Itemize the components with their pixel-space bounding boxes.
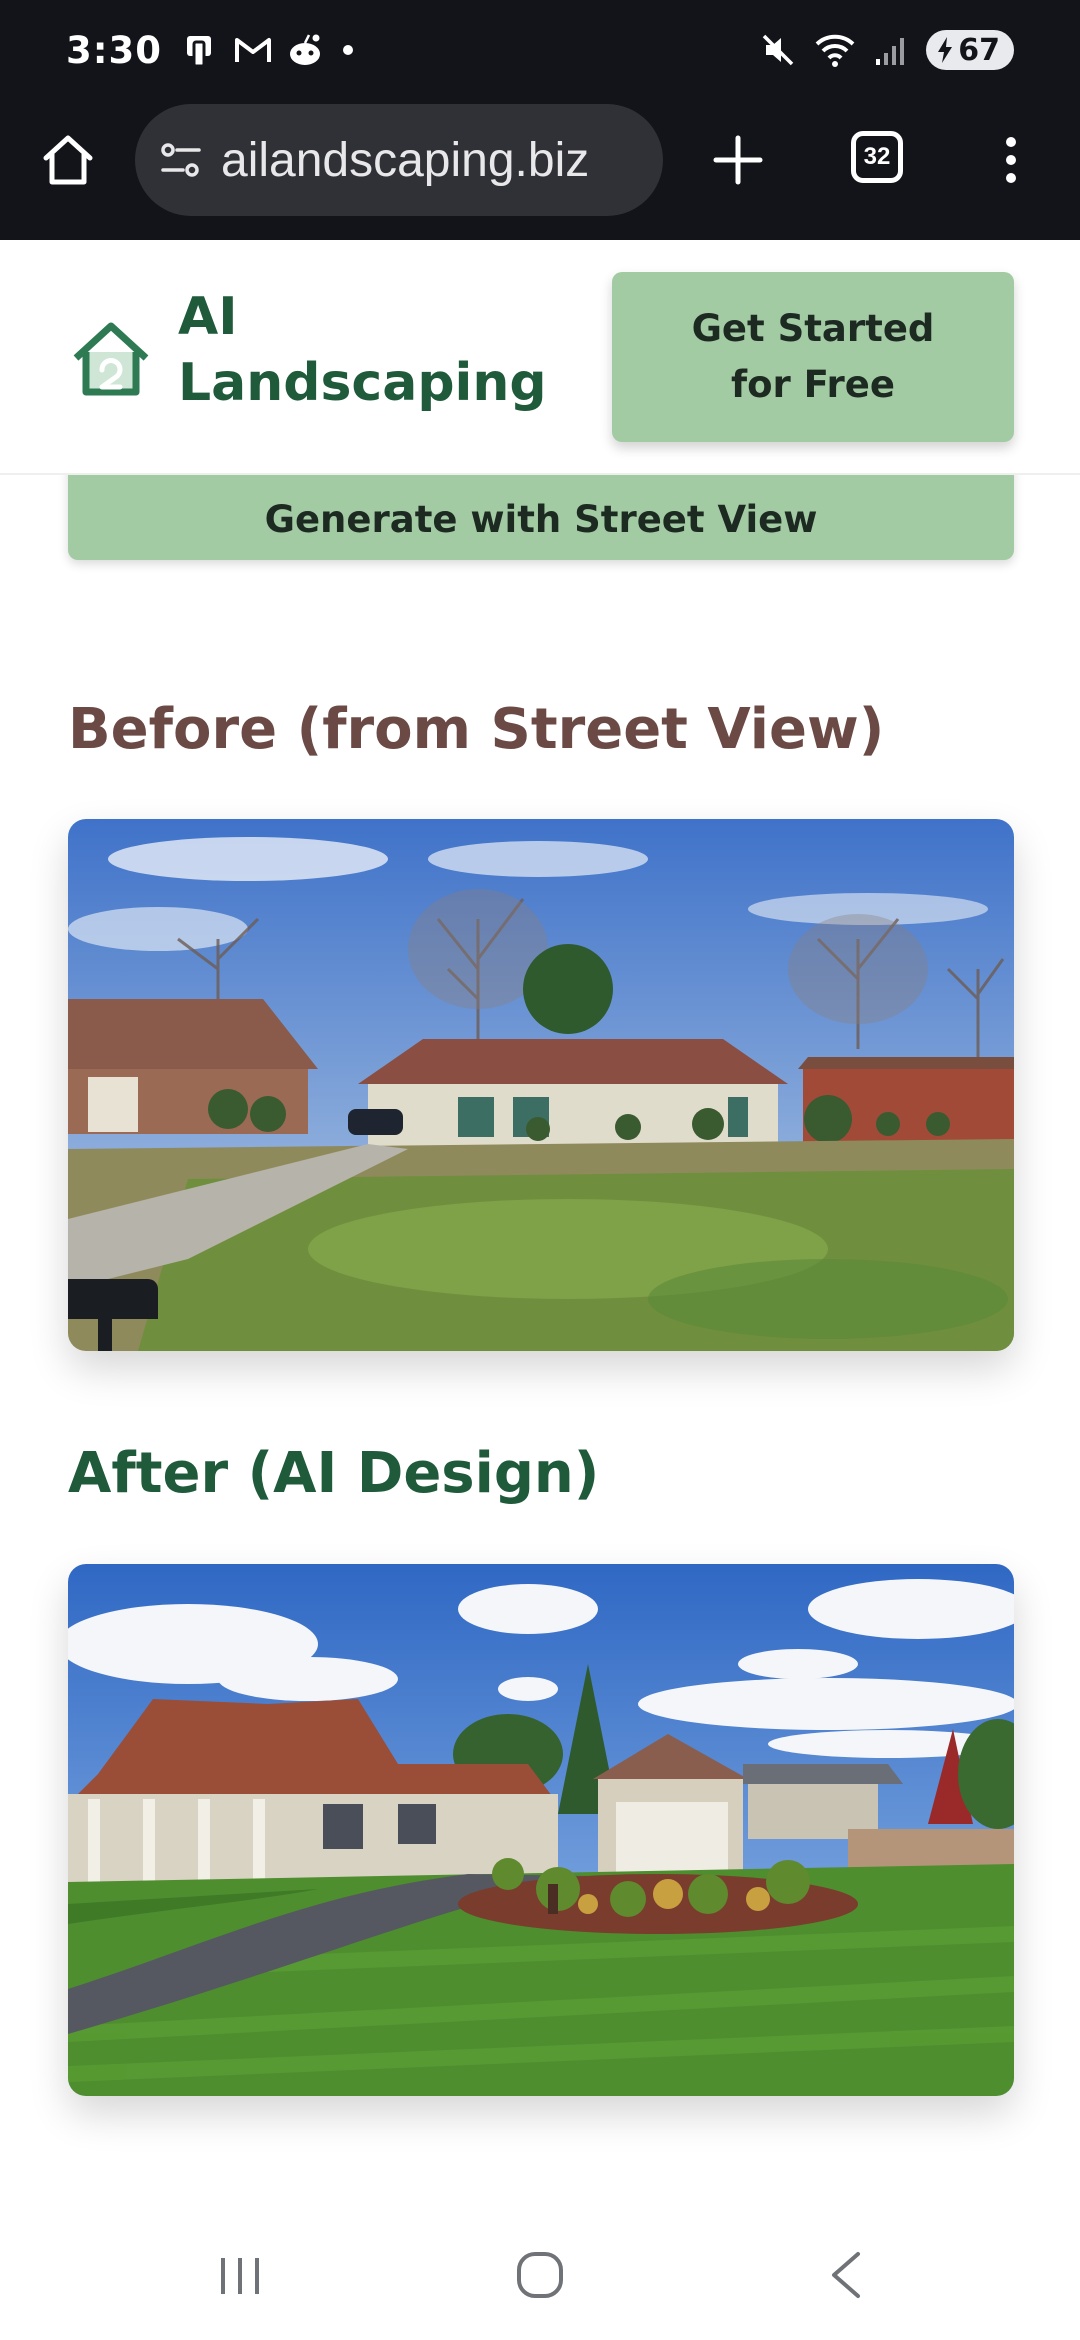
battery-charging-icon bbox=[938, 37, 953, 63]
logo-line-2: Landscaping bbox=[178, 353, 547, 413]
browser-toolbar: ailandscaping.biz 32 bbox=[0, 100, 1080, 240]
gmail-icon bbox=[235, 38, 272, 62]
dot-icon bbox=[343, 45, 354, 55]
notification-icons bbox=[184, 32, 358, 68]
house-logo-icon bbox=[73, 322, 149, 396]
battery-indicator: 67 bbox=[926, 30, 1014, 70]
logo-line-1: AI bbox=[178, 287, 238, 347]
url-text[interactable]: ailandscaping.biz bbox=[221, 133, 589, 188]
before-title: Before (from Street View) bbox=[68, 697, 885, 762]
reddit-icon bbox=[290, 34, 321, 65]
plus-icon[interactable] bbox=[708, 130, 768, 190]
site-header: AI Landscaping Get Started for Free bbox=[0, 240, 1080, 475]
notification-app-icon bbox=[187, 36, 212, 68]
mute-icon bbox=[763, 34, 794, 66]
home-icon[interactable] bbox=[38, 130, 98, 190]
tab-count: 32 bbox=[863, 143, 891, 170]
system-icons: 67 bbox=[760, 30, 1014, 70]
battery-level: 67 bbox=[958, 32, 1000, 68]
generate-street-view-button[interactable]: Generate with Street View bbox=[68, 460, 1014, 560]
address-bar[interactable]: ailandscaping.biz bbox=[135, 104, 663, 216]
site-info-icon[interactable] bbox=[159, 140, 203, 180]
logo-text[interactable]: AI Landscaping bbox=[178, 284, 547, 416]
wifi-icon bbox=[815, 34, 855, 67]
tab-switcher-icon[interactable]: 32 bbox=[851, 131, 903, 183]
after-title: After (AI Design) bbox=[68, 1441, 600, 1506]
status-bar: 3:30 67 bbox=[0, 0, 1080, 100]
more-vert-icon[interactable] bbox=[996, 130, 1026, 190]
home-circle-icon[interactable] bbox=[515, 2250, 565, 2300]
get-started-button[interactable]: Get Started for Free bbox=[612, 272, 1014, 442]
back-icon[interactable] bbox=[826, 2250, 866, 2300]
before-image bbox=[68, 819, 1014, 1351]
signal-icon bbox=[876, 38, 905, 65]
cta-line-1: Get Started bbox=[691, 307, 935, 350]
after-image bbox=[68, 1564, 1014, 2096]
status-time: 3:30 bbox=[66, 28, 163, 72]
recents-icon[interactable] bbox=[215, 2254, 265, 2298]
system-nav-bar bbox=[0, 2210, 1080, 2340]
cta-line-2: for Free bbox=[730, 363, 895, 406]
